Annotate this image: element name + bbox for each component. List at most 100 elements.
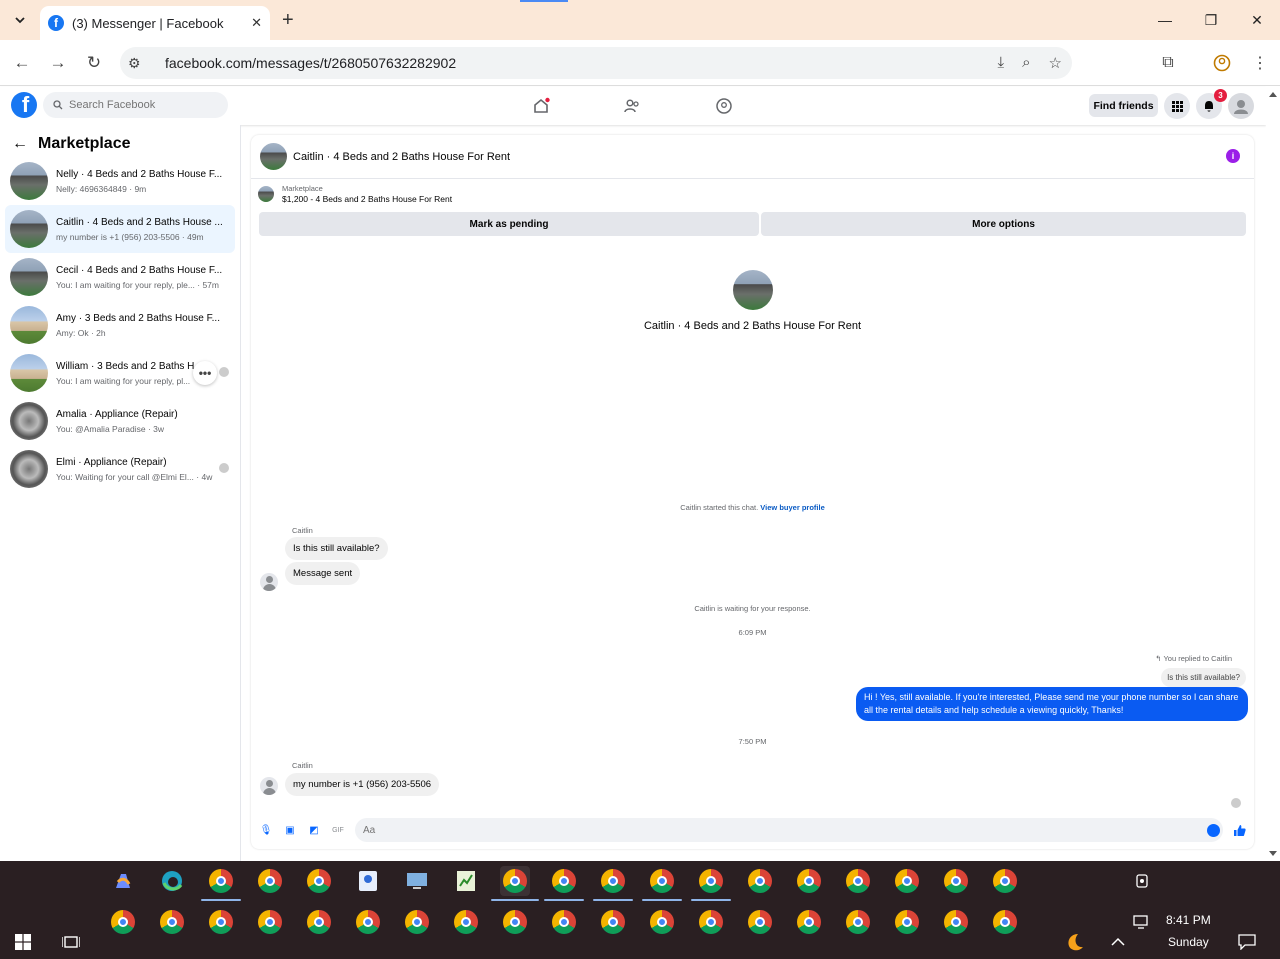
chrome-app-icon[interactable] bbox=[745, 907, 775, 937]
chrome-app-icon[interactable] bbox=[500, 866, 530, 896]
back-button[interactable]: ← bbox=[11, 52, 33, 74]
home-icon[interactable] bbox=[530, 95, 552, 117]
listing-summary[interactable]: Marketplace $1,200 - 4 Beds and 2 Baths … bbox=[258, 184, 452, 204]
task-view-icon[interactable] bbox=[56, 927, 86, 957]
chrome-app-icon[interactable] bbox=[794, 907, 824, 937]
chrome-app-icon[interactable] bbox=[108, 907, 138, 937]
install-app-icon[interactable]: ⤓ bbox=[998, 54, 1005, 72]
find-friends-button[interactable]: Find friends bbox=[1089, 94, 1158, 117]
chrome-app-icon[interactable] bbox=[402, 907, 432, 937]
chrome-app-icon[interactable] bbox=[696, 907, 726, 937]
extensions-icon[interactable]: ⧉ bbox=[1156, 52, 1180, 74]
chrome-app-icon[interactable] bbox=[892, 907, 922, 937]
chrome-app-icon[interactable] bbox=[990, 866, 1020, 896]
chat-avatar[interactable] bbox=[260, 143, 287, 170]
chrome-app-icon[interactable] bbox=[206, 866, 236, 896]
reload-button[interactable]: ↻ bbox=[83, 52, 105, 74]
sticker-icon[interactable]: ◩ bbox=[307, 823, 321, 837]
message-bubble[interactable]: my number is +1 (956) 203-5506 bbox=[285, 773, 440, 796]
minimize-button[interactable]: — bbox=[1142, 0, 1188, 40]
active-tab[interactable]: f (3) Messenger | Facebook ✕ bbox=[40, 6, 270, 40]
remote-desktop-icon[interactable] bbox=[402, 866, 432, 896]
night-light-moon-icon[interactable] bbox=[1059, 927, 1089, 957]
back-arrow-icon[interactable]: ← bbox=[12, 135, 28, 153]
conversation-item-caitlin[interactable]: Caitlin · 4 Beds and 2 Baths House ... my… bbox=[5, 205, 235, 253]
spreadsheet-app-icon[interactable] bbox=[451, 866, 481, 896]
conversation-item-elmi[interactable]: Elmi · Appliance (Repair) You: Waiting fo… bbox=[5, 445, 235, 493]
chrome-app-icon[interactable] bbox=[696, 866, 726, 896]
chat-title[interactable]: Caitlin · 4 Beds and 2 Baths House For R… bbox=[293, 151, 510, 163]
chrome-app-icon[interactable] bbox=[941, 907, 971, 937]
chrome-app-icon[interactable] bbox=[500, 907, 530, 937]
windows-start-icon[interactable] bbox=[8, 927, 38, 957]
more-options-icon[interactable]: ••• bbox=[193, 361, 217, 385]
photo-icon[interactable]: ▣ bbox=[283, 823, 297, 837]
chrome-app-icon[interactable] bbox=[745, 866, 775, 896]
new-tab-button[interactable]: + bbox=[282, 10, 294, 30]
chrome-app-icon[interactable] bbox=[157, 907, 187, 937]
chrome-app-icon[interactable] bbox=[990, 907, 1020, 937]
tab-search-button[interactable] bbox=[8, 9, 32, 31]
message-input[interactable] bbox=[355, 818, 1223, 842]
menu-grid-icon[interactable] bbox=[1164, 93, 1190, 119]
friends-icon[interactable] bbox=[621, 95, 643, 117]
site-settings-icon[interactable]: ⚙ bbox=[128, 55, 156, 72]
close-window-button[interactable]: ✕ bbox=[1234, 0, 1280, 40]
chrome-app-icon[interactable] bbox=[549, 866, 579, 896]
quoted-message[interactable]: Is this still available? bbox=[1161, 668, 1246, 687]
emoji-icon[interactable] bbox=[1207, 824, 1220, 837]
chrome-app-icon[interactable] bbox=[941, 866, 971, 896]
search-input[interactable] bbox=[69, 99, 209, 111]
microphone-icon[interactable]: 🎙 bbox=[259, 823, 273, 837]
chrome-app-icon[interactable] bbox=[843, 866, 873, 896]
chrome-app-icon[interactable] bbox=[794, 866, 824, 896]
outgoing-message-bubble[interactable]: Hi ! Yes, still available. If you're int… bbox=[856, 687, 1248, 721]
more-options-button[interactable]: More options bbox=[761, 212, 1246, 236]
account-avatar[interactable] bbox=[1228, 93, 1254, 119]
groups-icon[interactable] bbox=[713, 95, 735, 117]
facebook-search[interactable] bbox=[43, 92, 228, 118]
profile-icon[interactable] bbox=[1210, 52, 1234, 74]
system-clock[interactable]: 8:41 PM Sunday bbox=[1166, 913, 1211, 949]
chrome-app-icon[interactable] bbox=[304, 866, 334, 896]
address-bar[interactable]: ⚙ facebook.com/messages/t/26805076322829… bbox=[120, 47, 1072, 79]
edge-icon[interactable] bbox=[157, 866, 187, 896]
gif-icon[interactable]: GIF bbox=[331, 823, 345, 837]
view-buyer-profile-link[interactable]: View buyer profile bbox=[760, 503, 824, 512]
chrome-app-icon[interactable] bbox=[598, 907, 628, 937]
chrome-app-icon[interactable] bbox=[206, 907, 236, 937]
facebook-logo-icon[interactable]: f bbox=[11, 92, 37, 118]
restore-button[interactable]: ❐ bbox=[1188, 0, 1234, 40]
page-scrollbar[interactable] bbox=[1266, 87, 1280, 861]
conversation-item-cecil[interactable]: Cecil · 4 Beds and 2 Baths House F... You… bbox=[5, 253, 235, 301]
conversation-item-amalia[interactable]: Amalia · Appliance (Repair) You: @Amalia … bbox=[5, 397, 235, 445]
notification-center-icon[interactable] bbox=[1232, 927, 1262, 957]
zoom-icon[interactable]: ⌕ bbox=[1022, 54, 1030, 72]
browser-menu-icon[interactable]: ⋮ bbox=[1248, 52, 1272, 74]
network-icon[interactable] bbox=[1127, 907, 1157, 937]
chrome-app-icon[interactable] bbox=[647, 866, 677, 896]
copilot-icon[interactable] bbox=[108, 866, 138, 896]
conversation-item-amy[interactable]: Amy · 3 Beds and 2 Baths House F... Amy: … bbox=[5, 301, 235, 349]
conversation-item-nelly[interactable]: Nelly · 4 Beds and 2 Baths House F... Nel… bbox=[5, 157, 235, 205]
contacts-app-icon[interactable] bbox=[353, 866, 383, 896]
thumbs-up-icon[interactable] bbox=[1232, 823, 1246, 837]
screen-capture-icon[interactable] bbox=[1127, 866, 1157, 896]
mark-pending-button[interactable]: Mark as pending bbox=[259, 212, 759, 236]
message-bubble[interactable]: Is this still available? bbox=[285, 537, 388, 560]
chrome-app-icon[interactable] bbox=[304, 907, 334, 937]
bookmark-star-icon[interactable]: ☆ bbox=[1049, 54, 1062, 72]
chrome-app-icon[interactable] bbox=[255, 907, 285, 937]
close-tab-icon[interactable]: ✕ bbox=[251, 15, 262, 31]
chrome-app-icon[interactable] bbox=[255, 866, 285, 896]
chrome-app-icon[interactable] bbox=[647, 907, 677, 937]
chrome-app-icon[interactable] bbox=[353, 907, 383, 937]
chrome-app-icon[interactable] bbox=[598, 866, 628, 896]
chrome-app-icon[interactable] bbox=[549, 907, 579, 937]
chrome-app-icon[interactable] bbox=[843, 907, 873, 937]
message-bubble[interactable]: Message sent bbox=[285, 562, 361, 585]
forward-button[interactable]: → bbox=[47, 52, 69, 74]
chrome-app-icon[interactable] bbox=[451, 907, 481, 937]
info-icon[interactable]: i bbox=[1226, 149, 1240, 163]
chrome-app-icon[interactable] bbox=[892, 866, 922, 896]
